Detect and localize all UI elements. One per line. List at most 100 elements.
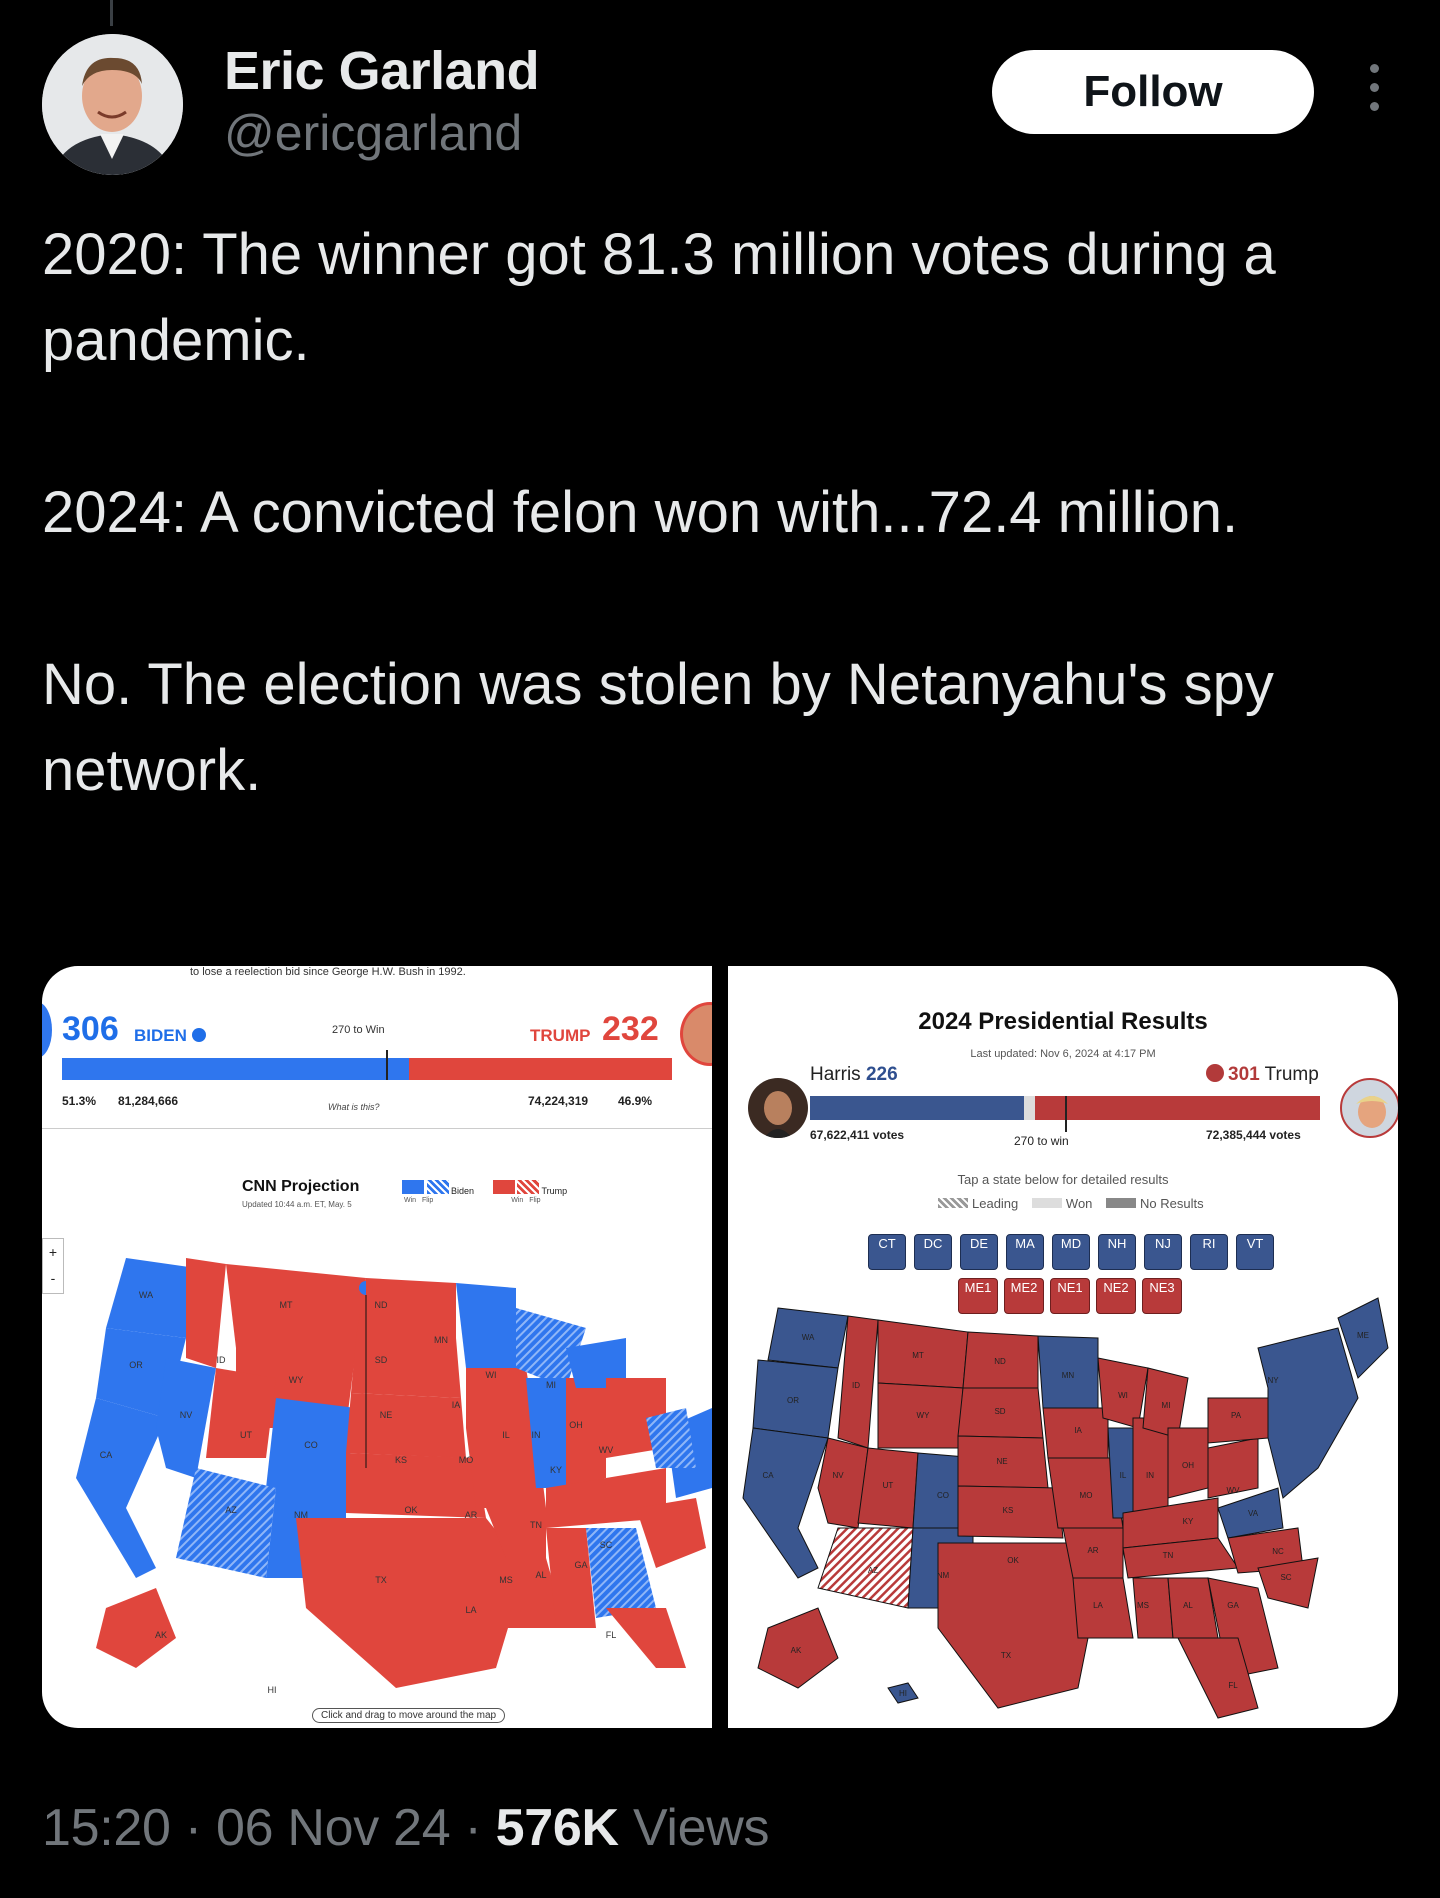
svg-text:IL: IL <box>1120 1471 1127 1480</box>
svg-text:UT: UT <box>240 1430 252 1440</box>
cnn-divider <box>42 1128 712 1129</box>
trump-label: TRUMP <box>530 1026 591 1045</box>
trump-popular-votes: 72,385,444 votes <box>1206 1128 1301 1142</box>
author-handle[interactable]: @ericgarland <box>224 104 539 162</box>
author-avatar[interactable] <box>42 34 183 175</box>
results-bar-gap <box>1024 1096 1035 1120</box>
cnn-vote-bar <box>62 1050 672 1080</box>
results-title: 2024 Presidential Results <box>918 1008 1208 1035</box>
svg-text:MO: MO <box>1080 1491 1093 1500</box>
zoom-in-button[interactable]: + <box>43 1239 63 1265</box>
state-chip-vt[interactable]: VT <box>1236 1234 1274 1270</box>
tweet-date[interactable]: 06 Nov 24 <box>216 1799 451 1857</box>
svg-text:KY: KY <box>550 1465 562 1475</box>
svg-text:NV: NV <box>180 1410 193 1420</box>
trump-pct: 46.9% <box>618 1094 653 1108</box>
svg-text:UT: UT <box>883 1481 894 1490</box>
svg-text:VA: VA <box>1248 1509 1259 1518</box>
zoom-out-button[interactable]: - <box>43 1265 63 1291</box>
author-block: Eric Garland @ericgarland <box>224 38 540 162</box>
legend-biden-label: Biden <box>451 1186 475 1196</box>
svg-text:IL: IL <box>502 1430 510 1440</box>
legend-won: Won <box>1065 1196 1093 1211</box>
svg-text:WV: WV <box>1227 1486 1241 1495</box>
tweet-meta-footer: 15:20 · 06 Nov 24 · 576K Views <box>42 1798 770 1858</box>
avatar-portrait-icon <box>42 34 183 175</box>
svg-text:CO: CO <box>937 1491 949 1500</box>
legend-trump-label: Trump <box>541 1186 568 1196</box>
separator-dot: · <box>184 1799 216 1857</box>
svg-text:KY: KY <box>1183 1517 1194 1526</box>
state-chip-dc[interactable]: DC <box>914 1234 952 1270</box>
svg-text:SD: SD <box>994 1407 1005 1416</box>
media-image-2020-map[interactable]: to lose a reelection bid since George H.… <box>42 966 712 1728</box>
biden-label-text: BIDEN <box>134 1026 187 1045</box>
biden-votes: 81,284,666 <box>118 1094 179 1108</box>
legend-biden-win-swatch <box>402 1180 424 1194</box>
svg-text:KS: KS <box>1003 1506 1014 1515</box>
tweet-paragraph: No. The election was stolen by Netanyahu… <box>42 652 1274 803</box>
svg-text:GA: GA <box>1227 1601 1239 1610</box>
state-chip-nh[interactable]: NH <box>1098 1234 1136 1270</box>
svg-text:MI: MI <box>1162 1401 1171 1410</box>
follow-button[interactable]: Follow <box>992 50 1314 134</box>
legend-leading: Leading <box>972 1196 1019 1211</box>
trump-avatar <box>1340 1078 1398 1138</box>
svg-text:ID: ID <box>217 1355 227 1365</box>
views-count: 576K <box>495 1799 619 1857</box>
results-vote-bar <box>810 1096 1320 1132</box>
legend-flip-label: Flip <box>422 1197 434 1204</box>
legend-biden-flip-swatch <box>426 1180 449 1194</box>
svg-text:GA: GA <box>574 1560 587 1570</box>
svg-text:WY: WY <box>917 1411 931 1420</box>
state-chip-ma[interactable]: MA <box>1006 1234 1044 1270</box>
biden-label: BIDEN <box>134 1026 206 1046</box>
tweet-time[interactable]: 15:20 <box>42 1799 171 1857</box>
more-options-icon[interactable] <box>1362 64 1386 120</box>
svg-text:OR: OR <box>129 1360 143 1370</box>
svg-text:IN: IN <box>1146 1471 1154 1480</box>
state-chip-ri[interactable]: RI <box>1190 1234 1228 1270</box>
svg-text:MS: MS <box>499 1575 513 1585</box>
author-display-name[interactable]: Eric Garland <box>224 38 540 104</box>
state-chip-de[interactable]: DE <box>960 1234 998 1270</box>
state-chip-ct[interactable]: CT <box>868 1234 906 1270</box>
svg-text:PA: PA <box>1231 1411 1242 1420</box>
separator-dot: · <box>464 1799 496 1857</box>
biden-pct: 51.3% <box>62 1094 97 1108</box>
cnn-caption: to lose a reelection bid since George H.… <box>190 966 466 978</box>
cnn-bar-biden <box>62 1058 409 1080</box>
tweet-header: Eric Garland @ericgarland Follow <box>42 34 1398 184</box>
state-chip-nj[interactable]: NJ <box>1144 1234 1182 1270</box>
svg-text:IA: IA <box>452 1400 461 1410</box>
trump-name: Trump <box>1264 1064 1319 1085</box>
map-2024-us[interactable]: WA OR CA NV ID MT WY UT CO AZ NM ND SD NE KS OK TX M… <box>738 1288 1398 1728</box>
map-2020-us[interactable]: WA OR CA NV ID MT WY UT CO AZ NM ND SD NE KS OK TX M… <box>66 1228 712 1698</box>
svg-text:AR: AR <box>1087 1546 1098 1555</box>
svg-text:ND: ND <box>375 1300 388 1310</box>
svg-text:NV: NV <box>832 1471 844 1480</box>
svg-text:FL: FL <box>1228 1681 1238 1690</box>
map-zoom-control[interactable]: + - <box>42 1238 64 1294</box>
trump-ev-label: 301 Trump <box>1206 1064 1319 1086</box>
svg-text:HI: HI <box>268 1685 277 1695</box>
harris-ev-label: Harris 226 <box>810 1064 898 1086</box>
svg-text:MO: MO <box>459 1455 474 1465</box>
svg-text:LA: LA <box>465 1605 476 1615</box>
svg-text:AR: AR <box>465 1510 478 1520</box>
what-is-this-link[interactable]: What is this? <box>328 1102 380 1112</box>
svg-text:CA: CA <box>100 1450 113 1460</box>
legend-trump-win-swatch <box>492 1180 515 1194</box>
svg-text:MT: MT <box>912 1351 924 1360</box>
tweet-media-grid: to lose a reelection bid since George H.… <box>42 966 1398 1728</box>
state-chip-md[interactable]: MD <box>1052 1234 1090 1270</box>
svg-text:TX: TX <box>1001 1651 1012 1660</box>
views-label: Views <box>632 1799 770 1857</box>
cnn-270-label: 270 to Win <box>332 1024 385 1036</box>
harris-popular-votes: 67,622,411 votes <box>810 1128 905 1142</box>
cnn-updated-time: Updated 10:44 a.m. ET, May. 5 <box>242 1200 352 1209</box>
svg-text:WV: WV <box>599 1445 614 1455</box>
svg-text:AK: AK <box>155 1630 167 1640</box>
harris-name: Harris <box>810 1064 861 1085</box>
media-image-2024-map[interactable]: 2024 Presidential Results Last updated: … <box>728 966 1398 1728</box>
